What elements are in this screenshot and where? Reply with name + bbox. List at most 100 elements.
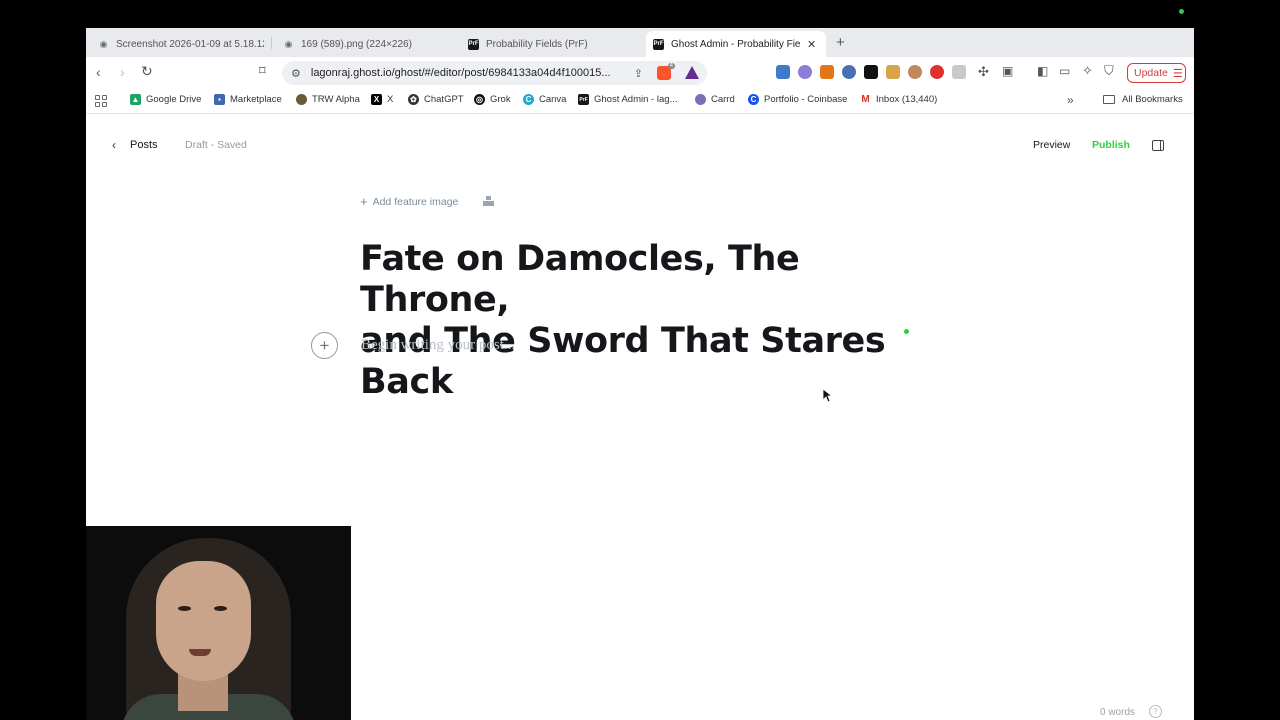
bookmark-gmail[interactable]: M Inbox (13,440) xyxy=(860,94,937,105)
puzzle-icon[interactable]: ✣ xyxy=(978,64,989,80)
bookmark-x[interactable]: X X xyxy=(371,94,393,105)
folder-icon xyxy=(1103,95,1115,104)
sidebar-icon[interactable]: ◧ xyxy=(1037,64,1048,78)
bookmark-chatgpt[interactable]: ✿ ChatGPT xyxy=(408,94,464,105)
reload-icon[interactable]: ↻ xyxy=(141,63,153,80)
extension-icon[interactable] xyxy=(930,65,944,79)
post-title-line: and The Sword That Stares Back xyxy=(360,321,886,402)
bookmark-label: Google Drive xyxy=(146,94,202,105)
webcam-person-face xyxy=(156,561,251,681)
bookmark-label: Ghost Admin - lag... xyxy=(594,94,678,105)
vpn-icon[interactable]: ⛉ xyxy=(1104,63,1114,79)
google-drive-icon: ▲ xyxy=(130,94,141,105)
bookmark-grok[interactable]: ◎ Grok xyxy=(474,94,511,105)
globe-icon: ◉ xyxy=(99,38,108,49)
unsplash-icon[interactable] xyxy=(483,196,494,206)
extension-icon[interactable] xyxy=(886,65,900,79)
extension-icon[interactable] xyxy=(842,65,856,79)
tab-strip: ◉ Screenshot 2026-01-09 at 5.18.12 ◉ 169… xyxy=(86,28,1194,57)
bookmark-google-drive[interactable]: ▲ Google Drive xyxy=(130,94,201,105)
tab-label: 169 (589).png (224×226) xyxy=(301,38,412,50)
new-tab-button[interactable]: + xyxy=(836,34,845,51)
bookmark-canva[interactable]: C Canva xyxy=(523,94,566,105)
bookmark-label: Marketplace xyxy=(230,94,282,105)
all-bookmarks[interactable]: All Bookmarks xyxy=(1103,94,1183,105)
wallet-icon[interactable]: ▭ xyxy=(1059,64,1070,78)
bookmark-trw-alpha[interactable]: TRW Alpha xyxy=(296,94,360,105)
tab-ghost-admin[interactable]: PrF Ghost Admin - Probability Fiel ✕ xyxy=(646,31,826,57)
tab-image[interactable]: ◉ 169 (589).png (224×226) xyxy=(283,31,443,57)
feature-image-label: Add feature image xyxy=(372,195,459,208)
more-bookmarks-icon[interactable]: » xyxy=(1067,93,1074,107)
coinbase-icon: C xyxy=(748,94,759,105)
bookmark-carrd[interactable]: Carrd xyxy=(695,94,735,105)
post-body-editor[interactable]: Begin writing your post... xyxy=(361,337,515,354)
tab-screenshot[interactable]: ◉ Screenshot 2026-01-09 at 5.18.12 xyxy=(98,31,264,57)
post-title[interactable]: Fate on Damocles, The Throne, and The Sw… xyxy=(360,239,960,403)
bookmark-label: Carrd xyxy=(711,94,735,105)
post-title-line: Fate on Damocles, The Throne, xyxy=(360,239,800,320)
bookmarks-bar: ▲ Google Drive ▪ Marketplace TRW Alpha X… xyxy=(86,88,1194,114)
screen: ◉ Screenshot 2026-01-09 at 5.18.12 ◉ 169… xyxy=(0,0,1280,720)
extension-icon[interactable] xyxy=(798,65,812,79)
shield-count-badge: 4 xyxy=(667,63,675,69)
text-cursor xyxy=(904,329,909,334)
tab-probability-fields[interactable]: PrF Probability Fields (PrF) xyxy=(468,31,638,57)
preview-button[interactable]: Preview xyxy=(1033,139,1070,151)
share-icon[interactable]: ⇪ xyxy=(634,67,643,80)
tab-label: Screenshot 2026-01-09 at 5.18.12 xyxy=(116,38,264,50)
leo-ai-icon[interactable]: ✧ xyxy=(1082,63,1093,79)
x-icon: X xyxy=(371,94,382,105)
extension-icon[interactable] xyxy=(952,65,966,79)
bookmark-marketplace[interactable]: ▪ Marketplace xyxy=(214,94,282,105)
extension-icon[interactable] xyxy=(776,65,790,79)
chatgpt-icon: ✿ xyxy=(408,94,419,105)
address-bar[interactable]: ⚙ lagonraj.ghost.io/ghost/#/editor/post/… xyxy=(282,61,707,85)
ghost-icon: PrF xyxy=(468,38,479,50)
extension-icon[interactable] xyxy=(864,65,878,79)
bookmark-label: Portfolio - Coinbase xyxy=(764,94,848,105)
brave-rewards-icon[interactable] xyxy=(685,66,699,79)
webcam-overlay xyxy=(86,526,351,720)
ghost-icon: PrF xyxy=(653,38,664,50)
browser-toolbar: ‹ › ↻ ⌑ ⚙ lagonraj.ghost.io/ghost/#/edit… xyxy=(86,57,1194,88)
webcam-person-mouth xyxy=(189,649,211,656)
posts-label: Posts xyxy=(130,139,158,151)
forward-arrow-icon[interactable]: › xyxy=(120,64,125,80)
bookmark-label: Inbox (13,440) xyxy=(876,94,938,105)
apps-grid-icon[interactable] xyxy=(95,95,107,107)
extension-icon[interactable] xyxy=(908,65,922,79)
metamask-icon[interactable] xyxy=(820,65,834,79)
back-arrow-icon[interactable]: ‹ xyxy=(96,64,101,80)
back-to-posts-button[interactable]: ‹ Posts xyxy=(112,138,158,152)
gmail-icon: M xyxy=(860,94,871,105)
add-feature-image-button[interactable]: + Add feature image xyxy=(360,194,458,209)
settings-sidebar-toggle-icon[interactable] xyxy=(1152,140,1164,151)
bookmark-icon[interactable]: ⌑ xyxy=(259,63,266,79)
tab-label: Probability Fields (PrF) xyxy=(486,38,588,50)
menu-icon: ☰ xyxy=(1172,67,1183,80)
update-button[interactable]: Update ☰ xyxy=(1127,63,1186,83)
webcam-person-eye xyxy=(214,606,227,611)
marketplace-icon: ▪ xyxy=(214,94,225,105)
carrd-icon xyxy=(695,94,706,105)
bookmark-ghost-admin[interactable]: PrF Ghost Admin - lag... xyxy=(578,94,677,105)
help-icon[interactable]: ? xyxy=(1149,705,1162,718)
publish-button[interactable]: Publish xyxy=(1092,139,1130,151)
canva-icon: C xyxy=(523,94,534,105)
url-text: lagonraj.ghost.io/ghost/#/editor/post/69… xyxy=(310,67,611,79)
update-label: Update xyxy=(1134,67,1168,79)
webcam-person-eye xyxy=(178,606,191,611)
trw-icon xyxy=(296,94,307,105)
site-settings-icon[interactable]: ⚙ xyxy=(291,67,301,80)
word-count: 0 words xyxy=(1100,707,1136,718)
add-card-button[interactable]: + xyxy=(311,332,338,359)
camera-indicator xyxy=(1179,9,1184,14)
all-bookmarks-label: All Bookmarks xyxy=(1122,94,1183,105)
media-icon[interactable]: ▣ xyxy=(1002,64,1013,78)
close-icon[interactable]: ✕ xyxy=(807,38,816,51)
bookmark-coinbase[interactable]: C Portfolio - Coinbase xyxy=(748,94,847,105)
bookmark-label: Grok xyxy=(490,94,511,105)
bookmark-label: Canva xyxy=(539,94,567,105)
plus-icon: + xyxy=(360,194,368,209)
